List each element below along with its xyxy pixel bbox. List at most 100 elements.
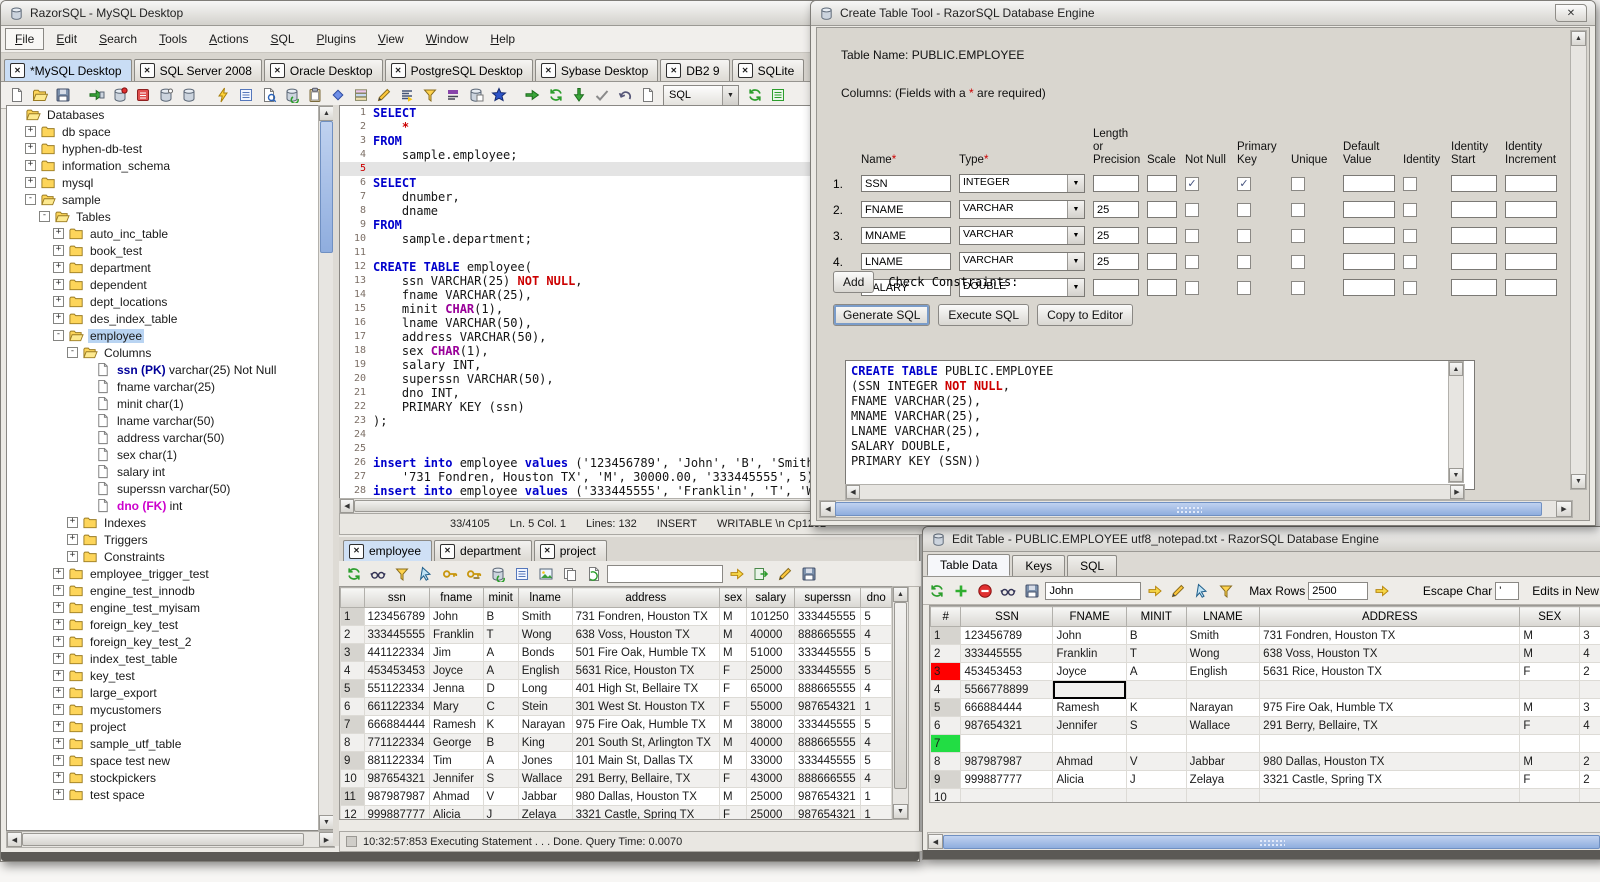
close-tab-icon[interactable]: ✕ [666, 63, 682, 78]
tree-item-minit-char-1-[interactable]: minit char(1) [7, 395, 318, 412]
cell[interactable]: M [719, 787, 748, 806]
cell[interactable]: 5631 Rice, Houston TX [1259, 662, 1521, 681]
cell[interactable]: M [1519, 644, 1581, 663]
cell-partial[interactable] [1579, 680, 1600, 699]
row-number[interactable]: 2 [340, 625, 365, 644]
edit-tab-keys[interactable]: Keys [1012, 555, 1066, 576]
cell[interactable]: 999887777 [960, 770, 1054, 789]
tree-item-triggers[interactable]: + Triggers [7, 531, 318, 548]
cell[interactable]: Ahmad [429, 787, 484, 806]
auto-complete-icon[interactable] [212, 85, 233, 106]
tree-item-address-varchar-50-[interactable]: address varchar(50) [7, 429, 318, 446]
cell[interactable]: Tim [429, 751, 484, 770]
cell[interactable]: M [719, 643, 748, 662]
menu-tools[interactable]: Tools [149, 28, 197, 50]
expand-icon[interactable]: + [67, 534, 78, 545]
dialog-vscrollbar[interactable]: ▲ ▼ [1570, 30, 1587, 490]
cell[interactable]: M [1519, 752, 1581, 771]
edit-titlebar[interactable]: Edit Table - PUBLIC.EMPLOYEE utf8_notepa… [923, 527, 1600, 552]
row-number[interactable]: 11 [340, 787, 365, 806]
row-number[interactable]: 8 [340, 733, 365, 752]
cell[interactable] [1052, 680, 1127, 699]
cell[interactable]: 291 Berry, Bellaire, TX [571, 769, 721, 788]
scroll-left-icon[interactable]: ◀ [846, 485, 860, 499]
tree-item-sample[interactable]: - sample [7, 191, 318, 208]
cell[interactable]: T [1125, 644, 1187, 663]
column-header-ssn[interactable]: ssn [363, 587, 431, 608]
select-row-icon[interactable] [415, 563, 436, 584]
identity-checkbox[interactable] [1403, 228, 1417, 243]
cell[interactable]: 5 [860, 607, 892, 626]
column-name-input[interactable] [861, 227, 951, 244]
tree-item-employee-trigger-test[interactable]: + employee_trigger_test [7, 565, 318, 582]
cell[interactable]: 3321 Castle, Spring TX [1259, 770, 1521, 789]
expand-icon[interactable]: + [53, 670, 64, 681]
identity-checkbox[interactable] [1403, 254, 1417, 269]
cell[interactable]: 453453453 [363, 661, 431, 680]
expand-icon[interactable]: + [53, 619, 64, 630]
execute-icon[interactable] [522, 85, 543, 106]
expand-icon[interactable]: + [25, 160, 36, 171]
default-value-input[interactable] [1343, 201, 1395, 218]
edit-hscrollbar[interactable]: ◀ [927, 832, 1600, 851]
cell[interactable]: 333445555 [794, 607, 862, 626]
length-input[interactable] [1093, 253, 1139, 270]
menu-view[interactable]: View [368, 28, 414, 50]
menu-plugins[interactable]: Plugins [307, 28, 366, 50]
cell[interactable]: V [1125, 752, 1187, 771]
fetch-more-icon[interactable] [568, 85, 589, 106]
cell[interactable]: 25000 [746, 661, 796, 680]
cell[interactable]: K [1125, 698, 1187, 717]
cell[interactable]: Narayan [1185, 698, 1261, 717]
cell[interactable]: D [482, 679, 519, 698]
cell[interactable]: 333445555 [363, 625, 431, 644]
paste-icon[interactable] [304, 85, 325, 106]
primary-key-checkbox[interactable] [1237, 254, 1251, 269]
scroll-down-icon[interactable]: ▼ [319, 815, 334, 830]
cell[interactable]: Jabbar [517, 787, 573, 806]
not-null-checkbox[interactable] [1185, 202, 1199, 217]
expand-icon[interactable]: + [67, 517, 78, 528]
collapse-icon[interactable]: - [53, 330, 64, 341]
go-icon[interactable] [1144, 580, 1165, 601]
statement-type-dropdown[interactable]: SQL ▼ [663, 84, 739, 106]
row-number[interactable]: 5 [340, 679, 365, 698]
favorites-icon[interactable] [488, 85, 509, 106]
cell[interactable]: Wallace [1185, 716, 1261, 735]
tree-item-engine-test-innodb[interactable]: + engine_test_innodb [7, 582, 318, 599]
cell[interactable]: 987987987 [960, 752, 1054, 771]
cell[interactable]: A [482, 751, 519, 770]
cell[interactable]: M [719, 751, 748, 770]
tree-item-lname-varchar-50-[interactable]: lname varchar(50) [7, 412, 318, 429]
tree-item-superssn-varchar-50-[interactable]: superssn varchar(50) [7, 480, 318, 497]
cell[interactable]: 33000 [746, 751, 796, 770]
identity-checkbox[interactable] [1403, 280, 1417, 295]
row-number[interactable]: 10 [340, 769, 365, 788]
tree-item-test-space[interactable]: + test space [7, 786, 318, 803]
row-marker[interactable]: 7 [930, 734, 962, 753]
row-marker[interactable]: 9 [930, 770, 962, 789]
cell[interactable]: 638 Voss, Houston TX [571, 625, 721, 644]
row-marker[interactable]: 4 [930, 680, 962, 699]
dialog-hscroll-thumb[interactable] [835, 502, 1542, 516]
close-tab-icon[interactable]: ✕ [539, 543, 555, 559]
expand-icon[interactable]: + [53, 602, 64, 613]
cell[interactable]: C [482, 697, 519, 716]
cell[interactable]: Ramesh [429, 715, 484, 734]
scroll-down-icon[interactable]: ▼ [893, 804, 908, 819]
identity-start-input[interactable] [1451, 175, 1497, 192]
tree-hscroll-thumb[interactable] [22, 833, 304, 846]
expand-icon[interactable]: + [53, 687, 64, 698]
cell[interactable] [1052, 788, 1127, 802]
tree-item-column[interactable]: ssn (PK) varchar(25) Not Null [7, 361, 318, 378]
cell[interactable] [1519, 788, 1581, 802]
copy-to-editor-button[interactable]: Copy to Editor [1037, 304, 1134, 326]
cell[interactable]: 55000 [746, 697, 796, 716]
cell[interactable]: 1 [860, 697, 892, 716]
expand-icon[interactable]: + [53, 738, 64, 749]
cell[interactable]: 881122334 [363, 751, 431, 770]
cell[interactable]: F [719, 679, 748, 698]
escape-char-input[interactable] [1495, 581, 1520, 600]
cell[interactable]: 5 [860, 751, 892, 770]
identity-start-input[interactable] [1451, 253, 1497, 270]
